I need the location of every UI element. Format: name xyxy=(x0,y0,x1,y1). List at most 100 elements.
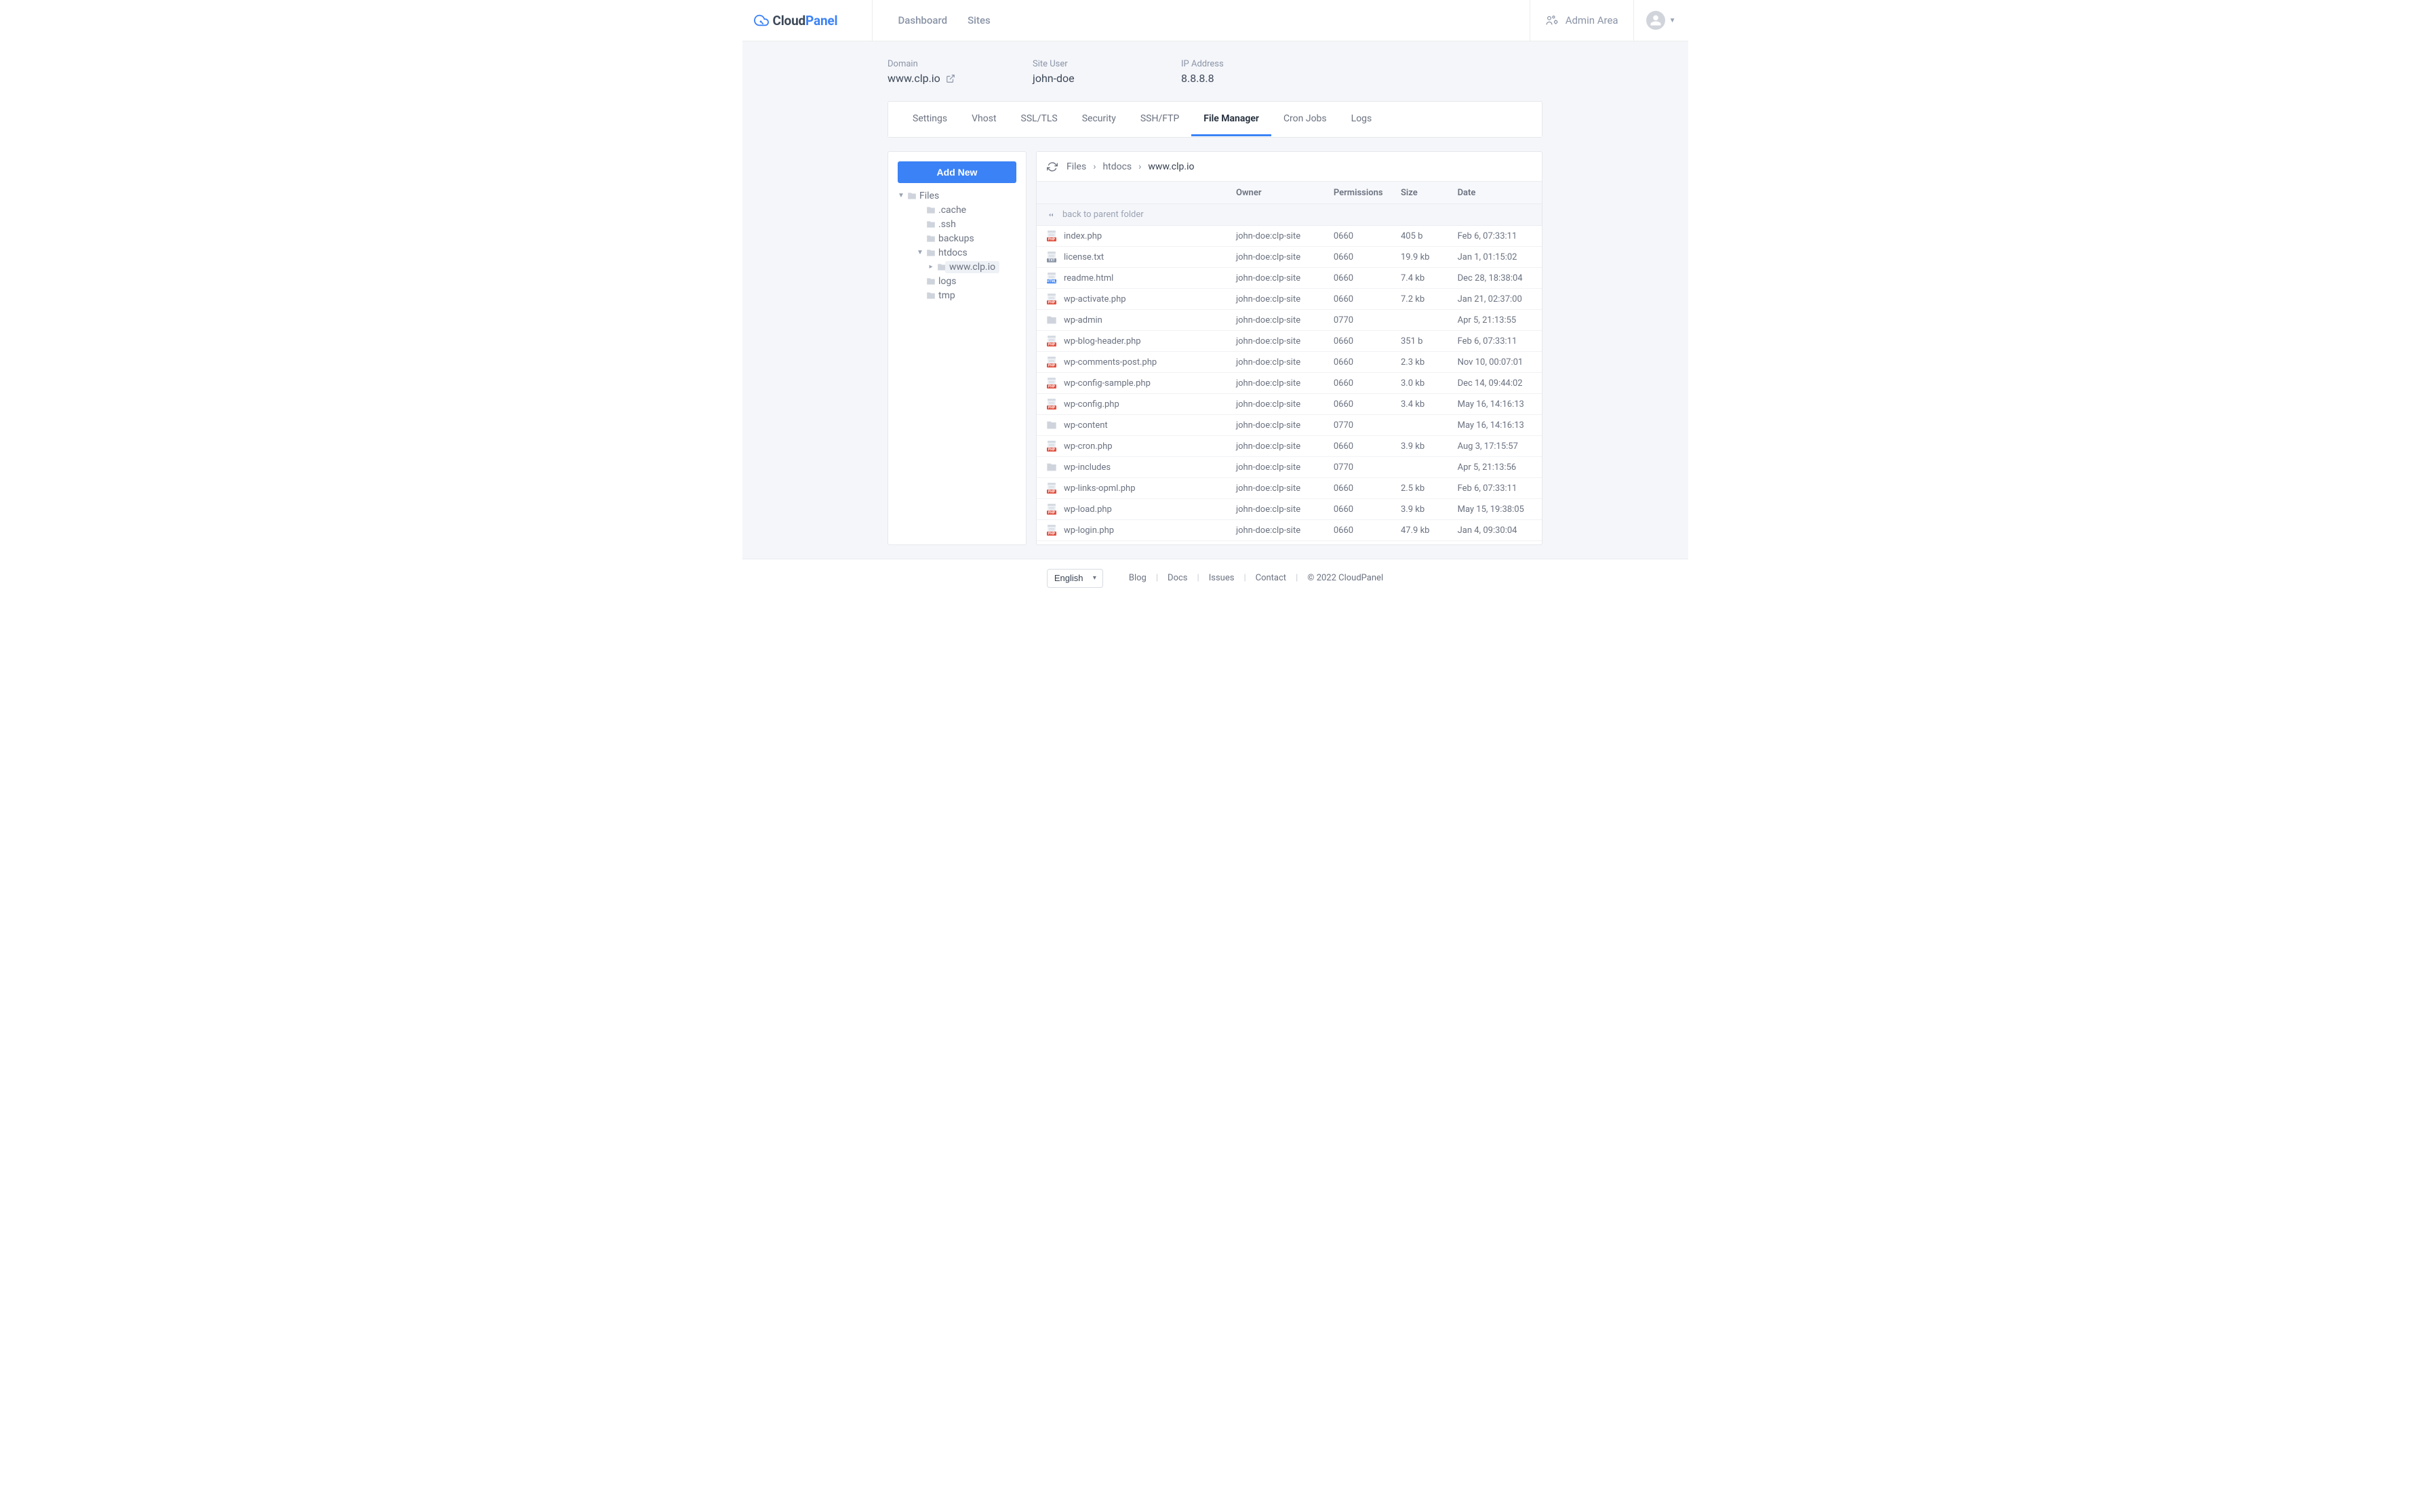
nav-sites[interactable]: Sites xyxy=(968,14,991,26)
chevron-right-icon: › xyxy=(1093,161,1096,172)
tab-ssl-tls[interactable]: SSL/TLS xyxy=(1009,102,1070,136)
footer-copyright: © 2022 CloudPanel xyxy=(1307,573,1383,583)
breadcrumb-item[interactable]: Files xyxy=(1067,161,1086,172)
tree-root[interactable]: ▼Files xyxy=(888,188,1026,203)
tab-logs[interactable]: Logs xyxy=(1339,102,1385,136)
svg-text:PHP: PHP xyxy=(1048,448,1056,452)
domain-value[interactable]: www.clp.io xyxy=(888,72,940,85)
file-name: wp-activate.php xyxy=(1064,294,1126,304)
tab-cron-jobs[interactable]: Cron Jobs xyxy=(1271,102,1339,136)
tree-item--ssh[interactable]: ▸.ssh xyxy=(888,217,1026,231)
file-name: readme.html xyxy=(1064,273,1113,283)
txt-file-icon: TXT xyxy=(1046,252,1057,262)
file-permissions: 0660 xyxy=(1334,273,1401,283)
file-row[interactable]: PHPwp-load.phpjohn-doe:clp-site06603.9 k… xyxy=(1037,499,1542,520)
file-row[interactable]: TXTlicense.txtjohn-doe:clp-site066019.9 … xyxy=(1037,247,1542,268)
file-row[interactable]: HTMLreadme.htmljohn-doe:clp-site06607.4 … xyxy=(1037,268,1542,289)
tree-item-label: tmp xyxy=(938,290,955,301)
th-owner[interactable]: Owner xyxy=(1236,188,1334,198)
page-footer: English Blog | Docs | Issues | Contact |… xyxy=(742,559,1688,597)
cloud-icon xyxy=(754,13,769,28)
footer-issues-link[interactable]: Issues xyxy=(1209,573,1235,583)
chevron-down-icon[interactable]: ▼ xyxy=(917,249,923,256)
file-name: wp-admin xyxy=(1064,315,1102,325)
file-row[interactable]: wp-contentjohn-doe:clp-site0770May 16, 1… xyxy=(1037,415,1542,436)
tree-item-logs[interactable]: ▸logs xyxy=(888,274,1026,288)
file-size: 19.9 kb xyxy=(1401,252,1458,262)
file-date: Nov 10, 00:07:01 xyxy=(1458,357,1542,367)
tab-vhost[interactable]: Vhost xyxy=(959,102,1008,136)
footer-contact-link[interactable]: Contact xyxy=(1256,573,1286,583)
file-owner: john-doe:clp-site xyxy=(1236,462,1334,473)
nav-dashboard[interactable]: Dashboard xyxy=(898,14,948,26)
back-to-parent-row[interactable]: back to parent folder xyxy=(1037,204,1542,226)
chevron-right-icon[interactable]: ▸ xyxy=(928,263,934,271)
file-date: May 15, 19:38:05 xyxy=(1458,504,1542,515)
footer-blog-link[interactable]: Blog xyxy=(1129,573,1147,583)
file-tree-sidebar: Add New ▼Files▸.cache▸.ssh▸backups▼htdoc… xyxy=(888,151,1027,545)
admin-area-link[interactable]: Admin Area xyxy=(1530,0,1633,41)
file-size: 3.9 kb xyxy=(1401,504,1458,515)
tab-settings[interactable]: Settings xyxy=(900,102,959,136)
file-row[interactable]: PHPwp-cron.phpjohn-doe:clp-site06603.9 k… xyxy=(1037,436,1542,457)
ip-value: 8.8.8.8 xyxy=(1181,72,1542,85)
file-row[interactable]: PHPwp-blog-header.phpjohn-doe:clp-site06… xyxy=(1037,331,1542,352)
file-date: Jan 1, 01:15:02 xyxy=(1458,252,1542,262)
file-row[interactable]: PHPwp-config.phpjohn-doe:clp-site06603.4… xyxy=(1037,394,1542,415)
tree-item--cache[interactable]: ▸.cache xyxy=(888,203,1026,217)
logo[interactable]: CloudPanel xyxy=(742,0,873,41)
file-name: wp-includes xyxy=(1064,462,1111,473)
tree-item-htdocs[interactable]: ▼ htdocs xyxy=(888,245,1026,260)
chevron-down-icon[interactable]: ▼ xyxy=(898,192,904,199)
tree-item-label: www.clp.io xyxy=(949,262,995,273)
refresh-button[interactable] xyxy=(1046,161,1058,173)
file-size: 3.9 kb xyxy=(1401,441,1458,452)
ip-label: IP Address xyxy=(1181,59,1542,69)
th-date[interactable]: Date xyxy=(1458,188,1542,198)
file-table-body[interactable]: back to parent folder PHPindex.phpjohn-d… xyxy=(1037,204,1542,544)
breadcrumb-item[interactable]: htdocs xyxy=(1102,161,1132,172)
add-new-button[interactable]: Add New xyxy=(898,161,1016,183)
svg-text:PHP: PHP xyxy=(1048,238,1056,242)
file-row[interactable]: PHPwp-config-sample.phpjohn-doe:clp-site… xyxy=(1037,373,1542,394)
tree-item-www-clp-io[interactable]: ▸ www.clp.io xyxy=(888,260,1026,274)
file-row[interactable]: PHPwp-comments-post.phpjohn-doe:clp-site… xyxy=(1037,352,1542,373)
th-size[interactable]: Size xyxy=(1401,188,1458,198)
file-permissions: 0660 xyxy=(1334,399,1401,410)
file-row[interactable]: wp-adminjohn-doe:clp-site0770Apr 5, 21:1… xyxy=(1037,310,1542,331)
tab-security[interactable]: Security xyxy=(1070,102,1128,136)
file-name: wp-config.php xyxy=(1064,399,1119,410)
tree-item-backups[interactable]: ▸backups xyxy=(888,231,1026,245)
file-row[interactable]: PHPwp-login.phpjohn-doe:clp-site066047.9… xyxy=(1037,520,1542,541)
php-file-icon: PHP xyxy=(1046,378,1057,389)
tab-ssh-ftp[interactable]: SSH/FTP xyxy=(1128,102,1191,136)
external-link-icon[interactable] xyxy=(946,74,955,83)
file-owner: john-doe:clp-site xyxy=(1236,420,1334,431)
tree-item-label: htdocs xyxy=(938,247,968,258)
tree-item-tmp[interactable]: ▸tmp xyxy=(888,288,1026,302)
file-row[interactable]: PHPindex.phpjohn-doe:clp-site0660405 bFe… xyxy=(1037,226,1542,247)
file-owner: john-doe:clp-site xyxy=(1236,525,1334,536)
file-size: 3.0 kb xyxy=(1401,378,1458,389)
file-size: 405 b xyxy=(1401,231,1458,241)
user-menu[interactable]: ▼ xyxy=(1633,0,1688,41)
users-gear-icon xyxy=(1545,15,1559,26)
footer-docs-link[interactable]: Docs xyxy=(1168,573,1187,583)
breadcrumb-item[interactable]: www.clp.io xyxy=(1148,161,1194,172)
tree-item-label: backups xyxy=(938,233,974,244)
file-name: wp-comments-post.php xyxy=(1064,357,1157,367)
file-owner: john-doe:clp-site xyxy=(1236,504,1334,515)
file-owner: john-doe:clp-site xyxy=(1236,231,1334,241)
file-date: Feb 6, 07:33:11 xyxy=(1458,336,1542,346)
file-size: 7.2 kb xyxy=(1401,294,1458,304)
file-row[interactable]: PHPwp-activate.phpjohn-doe:clp-site06607… xyxy=(1037,289,1542,310)
table-header: Owner Permissions Size Date xyxy=(1037,182,1542,204)
file-name: wp-blog-header.php xyxy=(1064,336,1141,346)
th-permissions[interactable]: Permissions xyxy=(1334,188,1401,198)
file-permissions: 0660 xyxy=(1334,504,1401,515)
file-row[interactable]: PHPwp-links-opml.phpjohn-doe:clp-site066… xyxy=(1037,478,1542,499)
tab-file-manager[interactable]: File Manager xyxy=(1191,102,1271,136)
file-row[interactable]: wp-includesjohn-doe:clp-site0770Apr 5, 2… xyxy=(1037,457,1542,478)
language-select[interactable]: English xyxy=(1047,569,1103,588)
php-file-icon: PHP xyxy=(1046,483,1057,494)
